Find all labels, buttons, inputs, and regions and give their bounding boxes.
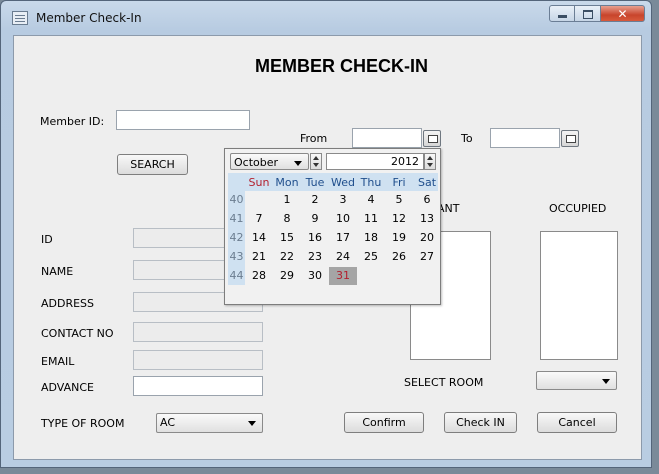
day-cell[interactable]: 28 (245, 267, 273, 285)
day-cell[interactable]: 29 (273, 267, 301, 285)
from-calendar-icon[interactable] (423, 130, 441, 147)
day-cell[interactable]: 12 (385, 210, 413, 228)
type-of-room-label: TYPE OF ROOM (41, 417, 125, 430)
day-cell[interactable]: 5 (385, 191, 413, 209)
day-cell[interactable]: 26 (385, 248, 413, 266)
spinner-up-icon (427, 156, 433, 160)
occupied-label: OCCUPIED (549, 202, 607, 215)
member-id-label: Member ID: (40, 115, 105, 128)
email-field (133, 350, 263, 370)
month-spinner[interactable] (310, 153, 322, 170)
day-cell[interactable]: 13 (413, 210, 441, 228)
member-id-input[interactable] (116, 110, 250, 130)
day-cell[interactable]: 25 (357, 248, 385, 266)
window-title: Member Check-In (36, 11, 142, 25)
check-in-button[interactable]: Check IN (444, 412, 517, 433)
search-button[interactable]: SEARCH (117, 154, 188, 175)
day-cell[interactable]: 22 (273, 248, 301, 266)
from-date-input[interactable] (352, 128, 422, 148)
chevron-down-icon (602, 379, 610, 384)
page-title: MEMBER CHECK-IN (255, 56, 428, 76)
window-controls (549, 5, 645, 23)
date-picker-popup: October 2012 Sun Mon Tue Wed Thu Fri Sat 40 1 2 3 4… (224, 148, 441, 305)
to-calendar-icon[interactable] (561, 130, 579, 147)
day-cell[interactable]: 20 (413, 229, 441, 247)
day-cell[interactable]: 23 (301, 248, 329, 266)
day-cell[interactable]: 11 (357, 210, 385, 228)
title-bar[interactable]: Member Check-In (1, 1, 651, 31)
minimize-button[interactable] (549, 5, 575, 22)
weekday-label: Tue (305, 176, 325, 189)
day-cell[interactable]: 16 (301, 229, 329, 247)
day-cell[interactable]: 21 (245, 248, 273, 266)
type-of-room-value: AC (160, 416, 176, 429)
advance-label: ADVANCE (41, 381, 95, 394)
week-number: 44 (229, 269, 244, 282)
day-cell[interactable]: 9 (301, 210, 329, 228)
cancel-button[interactable]: Cancel (537, 412, 617, 433)
weekday-label: Wed (331, 176, 355, 189)
selected-day-cell[interactable]: 31 (329, 267, 357, 285)
day-cell[interactable]: 14 (245, 229, 273, 247)
month-select[interactable]: October (230, 153, 309, 170)
address-label: ADDRESS (41, 297, 95, 310)
day-cell[interactable]: 2 (301, 191, 329, 209)
day-cell[interactable]: 17 (329, 229, 357, 247)
day-cell[interactable]: 6 (413, 191, 441, 209)
day-cell[interactable]: 18 (357, 229, 385, 247)
confirm-button[interactable]: Confirm (344, 412, 424, 433)
occupied-rooms-list[interactable] (540, 231, 618, 360)
day-cell[interactable]: 8 (273, 210, 301, 228)
day-cell[interactable]: 3 (329, 191, 357, 209)
to-date-input[interactable] (490, 128, 560, 148)
close-button[interactable] (601, 5, 645, 22)
month-value: October (234, 156, 279, 169)
to-label: To (461, 132, 473, 145)
day-cell[interactable]: 7 (245, 210, 273, 228)
chevron-down-icon (248, 421, 256, 426)
select-room-select[interactable] (536, 371, 617, 390)
email-label: EMAIL (41, 355, 75, 368)
id-label: ID (41, 233, 53, 246)
day-cell[interactable]: 1 (273, 191, 301, 209)
weekday-label: Fri (392, 176, 406, 189)
day-cell[interactable]: 30 (301, 267, 329, 285)
type-of-room-select[interactable]: AC (156, 413, 263, 433)
year-spinner[interactable] (424, 153, 436, 170)
advance-input[interactable] (133, 376, 263, 396)
contact-no-field (133, 322, 263, 342)
day-cell[interactable]: 4 (357, 191, 385, 209)
contact-no-label: CONTACT NO (41, 327, 114, 340)
maximize-button[interactable] (575, 5, 601, 22)
week-number: 41 (229, 212, 244, 225)
day-cell[interactable]: 10 (329, 210, 357, 228)
weekday-label: Sat (417, 176, 437, 189)
weekday-label: Sun (248, 176, 270, 189)
week-number: 40 (229, 193, 244, 206)
week-number: 43 (229, 250, 244, 263)
app-form-icon (12, 11, 28, 25)
day-cell[interactable]: 27 (413, 248, 441, 266)
day-cell[interactable]: 19 (385, 229, 413, 247)
day-cell[interactable]: 24 (329, 248, 357, 266)
name-label: NAME (41, 265, 74, 278)
spinner-up-icon (313, 156, 319, 160)
day-cell[interactable]: 15 (273, 229, 301, 247)
week-number: 42 (229, 231, 244, 244)
from-label: From (300, 132, 328, 145)
spinner-down-icon (313, 163, 319, 167)
year-field[interactable]: 2012 (326, 153, 424, 170)
chevron-down-icon (294, 161, 302, 166)
weekday-label: Thu (360, 176, 382, 189)
spinner-down-icon (427, 163, 433, 167)
select-room-label: SELECT ROOM (404, 376, 484, 389)
weekday-label: Mon (275, 176, 299, 189)
